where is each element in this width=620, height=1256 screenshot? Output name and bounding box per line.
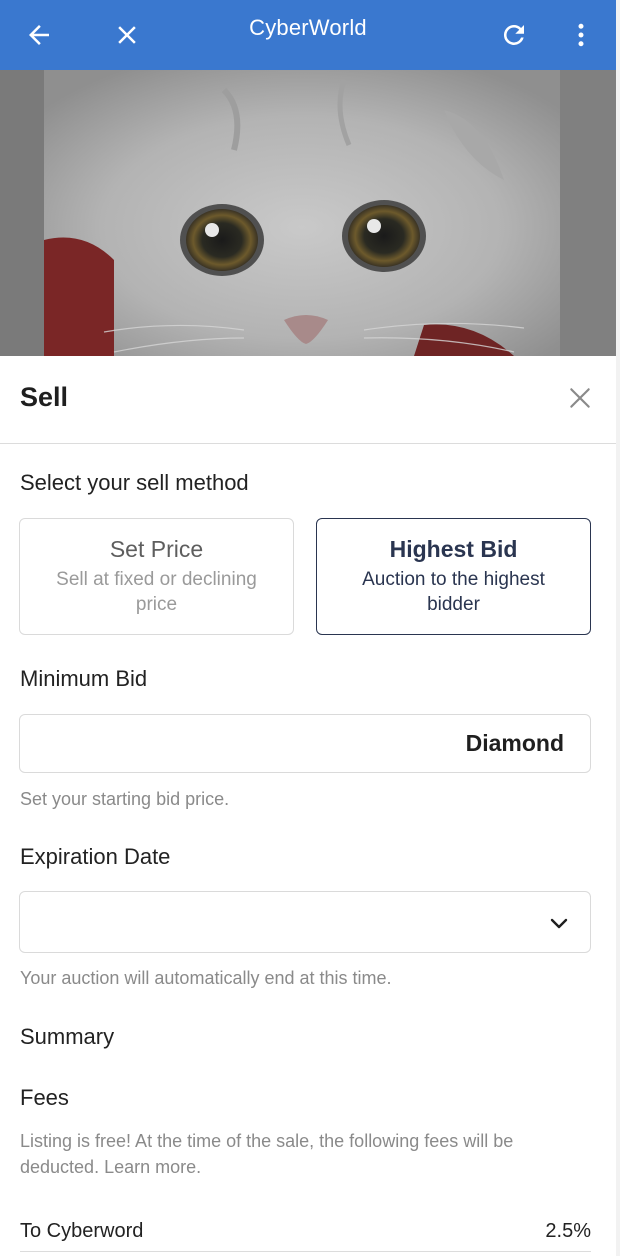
more-vertical-icon[interactable]	[556, 10, 606, 60]
fee-value: 2.5%	[545, 1220, 591, 1242]
expiration-date-select[interactable]	[19, 891, 591, 953]
highest-bid-title: Highest Bid	[389, 536, 518, 562]
fees-heading: Fees	[20, 1085, 69, 1110]
sheet-header: Sell	[0, 356, 616, 444]
set-price-title: Set Price	[109, 536, 204, 562]
minimum-bid-label: Minimum Bid	[20, 666, 148, 691]
sell-method-prompt: Select your sell method	[20, 470, 249, 495]
set-price-option[interactable]: Set Price Sell at fixed or declining pri…	[19, 518, 294, 635]
fee-name: To Cyberword	[20, 1220, 144, 1242]
refresh-icon[interactable]	[489, 10, 539, 60]
app-bar: CyberWorld	[0, 0, 616, 70]
scrollbar-track	[616, 0, 620, 1256]
expiration-helper: Your auction will automatically end at t…	[20, 968, 392, 988]
nft-image	[0, 70, 616, 356]
divider	[20, 1251, 591, 1252]
minimum-bid-field[interactable]: Diamond	[19, 714, 591, 773]
close-sheet-icon[interactable]	[562, 380, 598, 416]
summary-heading: Summary	[20, 1024, 115, 1049]
minimum-bid-input[interactable]	[34, 727, 434, 761]
expiration-date-label: Expiration Date	[20, 844, 171, 869]
highest-bid-subtitle: Auction to the highest bidder	[362, 569, 545, 615]
sheet-title: Sell	[20, 382, 69, 412]
minimum-bid-helper: Set your starting bid price.	[20, 789, 230, 809]
highest-bid-option[interactable]: Highest Bid Auction to the highest bidde…	[316, 518, 591, 635]
chevron-down-icon	[547, 911, 571, 935]
fees-note: Listing is free! At the time of the sale…	[20, 1131, 514, 1177]
fee-row: To Cyberword 2.5%	[20, 1218, 591, 1248]
set-price-subtitle: Sell at fixed or declining price	[56, 569, 257, 615]
sell-sheet: Sell Select your sell method Set Price S…	[0, 356, 616, 1256]
currency-unit: Diamond	[465, 730, 564, 756]
kitten-photo	[44, 70, 560, 356]
